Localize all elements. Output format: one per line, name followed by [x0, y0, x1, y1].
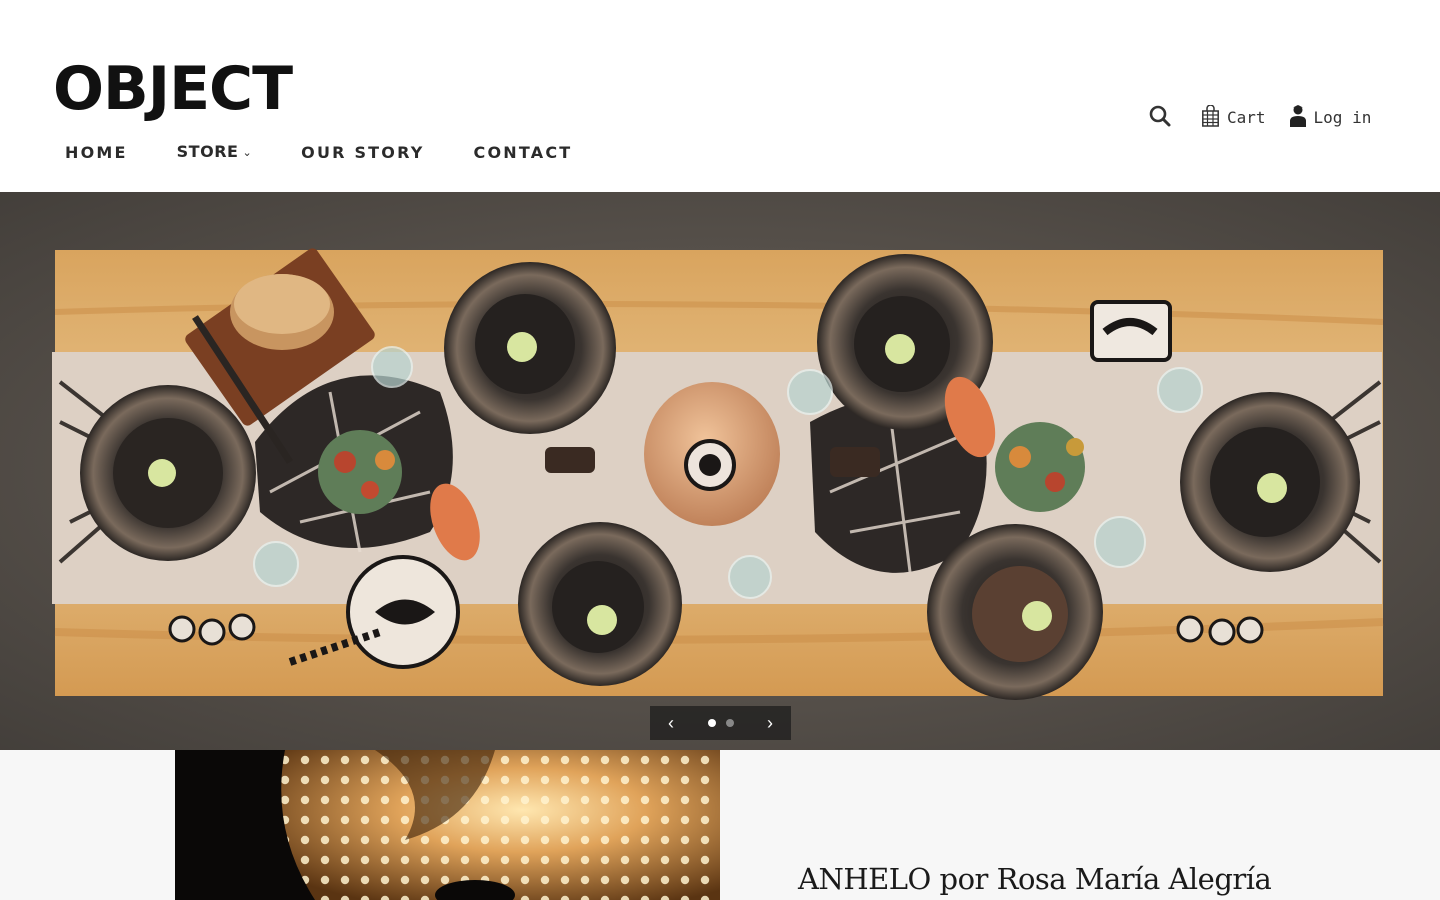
login-label: Log in: [1313, 108, 1372, 127]
slideshow-controls: ‹ ›: [650, 706, 791, 740]
featured-title[interactable]: ANHELO por Rosa María Alegría: [798, 862, 1272, 896]
shopping-bag-icon: [1202, 105, 1219, 127]
chevron-left-icon[interactable]: ‹: [668, 714, 674, 732]
nav-store-label: STORE: [176, 142, 239, 161]
slide-dot-2[interactable]: [725, 719, 734, 727]
cart-label: Cart: [1227, 108, 1266, 127]
header-tools: Cart Log in: [1148, 104, 1371, 128]
lamp-photo: [175, 750, 720, 900]
nav-store[interactable]: STORE ⌄: [177, 141, 253, 165]
nav-contact[interactable]: CONTACT: [474, 142, 573, 164]
main-nav: HOME STORE ⌄ OUR STORY CONTACT: [65, 141, 621, 165]
login-link[interactable]: Log in: [1289, 105, 1372, 127]
chevron-right-icon[interactable]: ›: [767, 714, 773, 732]
cart-link[interactable]: Cart: [1202, 105, 1266, 127]
nav-our-story[interactable]: OUR STORY: [301, 142, 424, 164]
user-icon: [1289, 105, 1306, 127]
chevron-down-icon: ⌄: [242, 146, 253, 159]
nav-home[interactable]: HOME: [65, 142, 128, 164]
brand-logo[interactable]: OBJECT: [53, 54, 293, 124]
slide-dot-1[interactable]: [707, 719, 716, 727]
hero-slideshow: [0, 192, 1440, 750]
hero-image: [0, 192, 1440, 750]
slide-dots: [703, 719, 739, 727]
site-header: OBJECT HOME STORE ⌄ OUR STORY CONTACT Car…: [0, 0, 1440, 192]
search-icon[interactable]: [1148, 104, 1172, 128]
featured-image[interactable]: [175, 750, 720, 900]
